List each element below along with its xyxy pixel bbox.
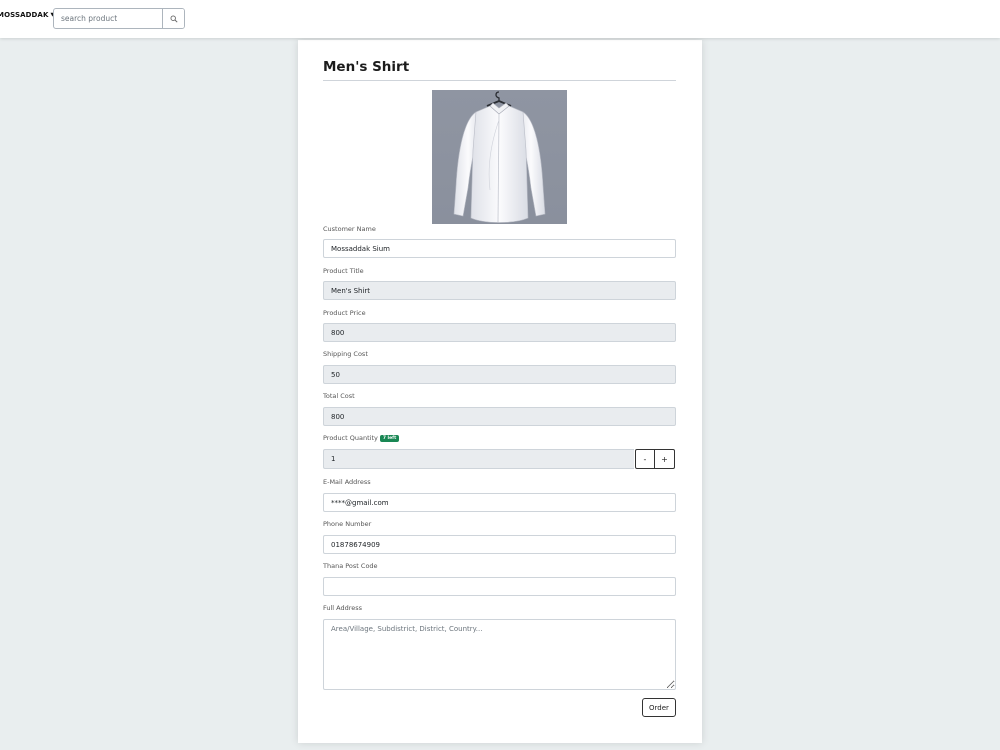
- customer-name-label: Customer Name: [323, 225, 376, 233]
- full-address-label: Full Address: [323, 604, 363, 612]
- post-code-label: Thana Post Code: [323, 562, 378, 570]
- shipping-cost-label: Shipping Cost: [323, 350, 368, 358]
- full-address-textarea[interactable]: [323, 619, 676, 690]
- total-cost-label: Total Cost: [323, 392, 355, 400]
- heading-divider: [323, 80, 676, 81]
- search-bar: [53, 8, 185, 29]
- product-heading: Men's Shirt: [323, 59, 410, 75]
- phone-label: Phone Number: [323, 520, 372, 528]
- top-navbar: MOSSADDAK▼: [0, 0, 1000, 38]
- shirt-image: [453, 91, 546, 223]
- product-title-label: Product Title: [323, 267, 364, 275]
- email-label: E-Mail Address: [323, 478, 371, 486]
- search-icon: [170, 15, 178, 23]
- product-price-field: [323, 323, 676, 342]
- order-card: Men's Shirt Customer Name Mossaddak Sium…: [298, 40, 702, 743]
- quantity-increase-button[interactable]: +: [655, 449, 675, 469]
- search-button[interactable]: [162, 9, 184, 28]
- total-cost-field: [323, 407, 676, 426]
- product-image: [432, 90, 567, 224]
- user-name: MOSSADDAK: [0, 11, 49, 19]
- phone-field[interactable]: [323, 535, 676, 554]
- order-button[interactable]: Order: [642, 698, 676, 717]
- stock-badge: 7 left: [379, 435, 400, 442]
- quantity-decrease-button[interactable]: -: [635, 449, 655, 469]
- product-title-field: [323, 281, 676, 300]
- user-menu-toggle[interactable]: MOSSADDAK▼: [0, 11, 54, 19]
- search-input[interactable]: [54, 9, 162, 28]
- email-field[interactable]: [323, 493, 676, 512]
- customer-name-field[interactable]: [323, 239, 676, 258]
- product-quantity-label: Product Quantity 7 left: [323, 434, 400, 442]
- quantity-label-text: Product Quantity: [323, 434, 378, 442]
- shipping-cost-field: [323, 365, 676, 384]
- post-code-field[interactable]: [323, 577, 676, 596]
- quantity-field: [323, 449, 634, 469]
- product-price-label: Product Price: [323, 309, 366, 317]
